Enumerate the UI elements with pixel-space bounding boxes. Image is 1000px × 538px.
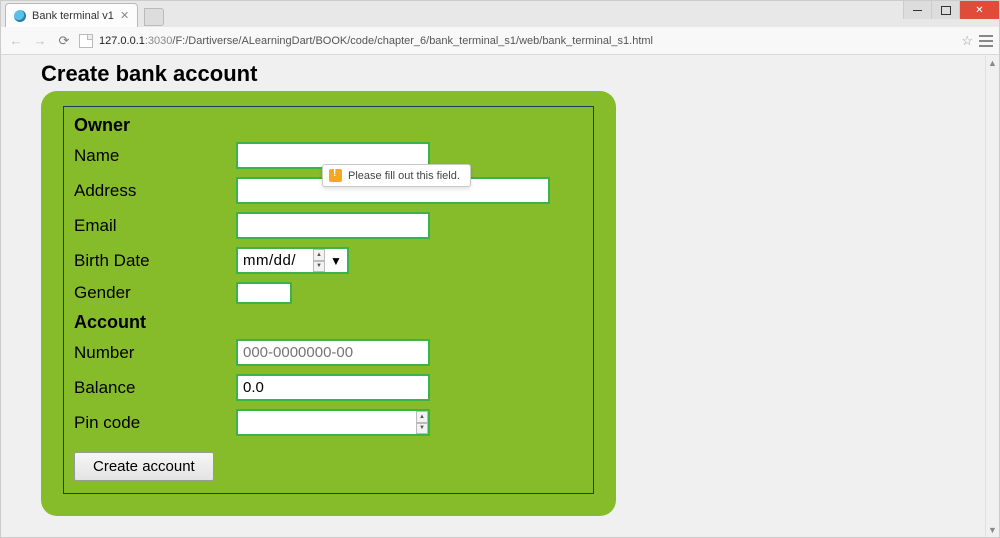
email-input[interactable] <box>238 214 428 237</box>
label-pincode: Pin code <box>74 413 236 433</box>
browser-tab[interactable]: Bank terminal v1 ✕ <box>5 3 138 27</box>
number-input[interactable] <box>238 341 428 364</box>
birthdate-input[interactable] <box>238 249 313 272</box>
pincode-spinner[interactable]: ▲▼ <box>416 411 428 434</box>
address-bar: ← → ⟳ 127.0.0.1:3030/F:/Dartiverse/ALear… <box>1 27 999 55</box>
label-name: Name <box>74 146 236 166</box>
bookmark-icon[interactable]: ☆ <box>961 33 973 49</box>
date-spinner[interactable]: ▲▼ <box>313 249 325 272</box>
back-button[interactable]: ← <box>7 32 25 50</box>
label-balance: Balance <box>74 378 236 398</box>
viewport: Create bank account Owner Name Please fi… <box>1 56 985 537</box>
page-icon <box>79 34 93 48</box>
new-tab-button[interactable] <box>144 8 164 26</box>
label-gender: Gender <box>74 283 236 303</box>
minimize-button[interactable] <box>903 1 931 19</box>
scroll-up-icon[interactable] <box>986 56 999 70</box>
maximize-button[interactable] <box>931 1 959 19</box>
reload-button[interactable]: ⟳ <box>55 32 73 50</box>
vertical-scrollbar[interactable] <box>985 56 999 537</box>
section-owner: Owner <box>74 115 583 136</box>
close-window-button[interactable] <box>959 1 999 19</box>
pincode-input[interactable] <box>238 411 416 434</box>
label-address: Address <box>74 181 236 201</box>
balance-input[interactable] <box>238 376 428 399</box>
page-title: Create bank account <box>41 61 985 87</box>
section-account: Account <box>74 312 583 333</box>
date-picker-button[interactable]: ▼ <box>325 249 347 272</box>
create-account-button[interactable]: Create account <box>74 452 214 481</box>
label-email: Email <box>74 216 236 236</box>
label-number: Number <box>74 343 236 363</box>
form-panel: Owner Name Please fill out this field. A… <box>41 91 616 516</box>
form-box: Owner Name Please fill out this field. A… <box>63 106 594 494</box>
window-controls <box>903 1 999 19</box>
close-tab-icon[interactable]: ✕ <box>120 9 129 22</box>
scroll-down-icon[interactable] <box>986 523 999 537</box>
url-display[interactable]: 127.0.0.1:3030/F:/Dartiverse/ALearningDa… <box>99 35 951 47</box>
url-host: 127.0.0.1 <box>99 35 145 47</box>
menu-icon[interactable] <box>979 35 993 47</box>
gender-input[interactable] <box>238 284 290 302</box>
url-path: /F:/Dartiverse/ALearningDart/BOOK/code/c… <box>172 35 653 47</box>
url-port: :3030 <box>145 35 173 47</box>
tab-title: Bank terminal v1 <box>32 10 114 22</box>
validation-tooltip: Please fill out this field. <box>322 164 471 187</box>
warning-icon <box>329 169 342 182</box>
forward-button[interactable]: → <box>31 32 49 50</box>
label-birthdate: Birth Date <box>74 251 236 271</box>
favicon-icon <box>14 10 26 22</box>
tab-bar: Bank terminal v1 ✕ <box>1 1 999 27</box>
tooltip-text: Please fill out this field. <box>348 170 460 182</box>
